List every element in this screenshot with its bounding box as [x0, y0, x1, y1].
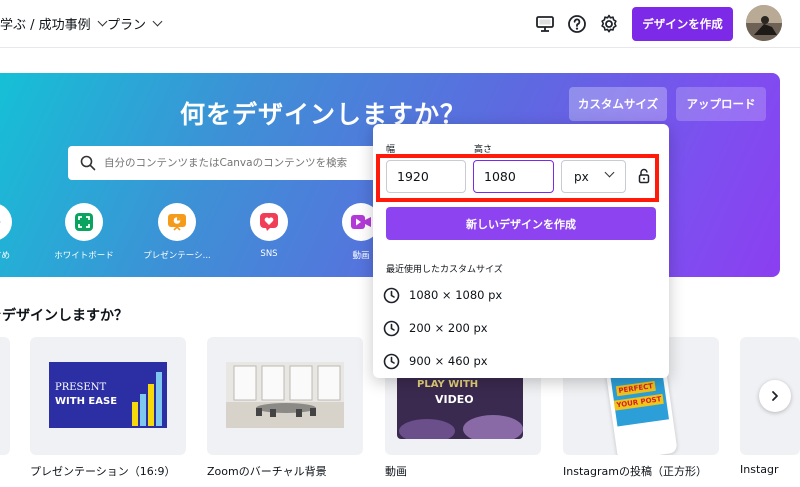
- thumbnail-text: PRESENT: [55, 382, 107, 393]
- nav-learn[interactable]: 学ぶ / 成功事例: [0, 14, 108, 33]
- recent-size-item[interactable]: 900 × 460 px: [383, 349, 653, 373]
- chevron-down-icon: [152, 16, 163, 27]
- sparkle-icon: [0, 203, 12, 241]
- chevron-down-icon: [604, 167, 615, 178]
- card-label: 動画: [385, 465, 407, 478]
- carousel-next-button[interactable]: [759, 380, 791, 412]
- nav-plan[interactable]: プラン: [107, 14, 163, 33]
- recent-size-label: 200 × 200 px: [409, 321, 488, 335]
- thumbnail-text: WITH EASE: [55, 396, 118, 407]
- lock-icon[interactable]: [637, 168, 651, 184]
- category-label: SNS: [260, 249, 278, 259]
- template-card-zoom[interactable]: [207, 337, 363, 455]
- recent-size-label: 1080 × 1080 px: [409, 288, 503, 302]
- section-title: 何をデザインしますか？: [0, 308, 128, 324]
- clock-icon: [383, 353, 400, 369]
- width-input[interactable]: 1920: [386, 160, 466, 193]
- unit-select[interactable]: px: [561, 160, 626, 193]
- category-label: プレゼンテーシ...: [143, 251, 211, 261]
- category-whiteboard[interactable]: ホワイトボード: [44, 203, 124, 261]
- upload-button[interactable]: アップロード: [676, 87, 766, 121]
- thumbnail-text: PLAY WITH: [417, 379, 479, 390]
- chevron-down-icon: [97, 16, 108, 27]
- thumbnail-text: VIDEO: [435, 393, 474, 406]
- recent-size-item[interactable]: 200 × 200 px: [383, 316, 653, 340]
- video-thumbnail: PLAY WITH VIDEO: [397, 369, 523, 439]
- create-design-button[interactable]: デザインを作成: [632, 7, 733, 41]
- category-recommended[interactable]: おすすめ: [0, 203, 33, 261]
- card-label: Instagramの投稿（正方形）: [563, 465, 707, 478]
- new-design-button[interactable]: 新しいデザインを作成: [386, 207, 656, 240]
- chevron-right-icon: [772, 391, 778, 401]
- avatar[interactable]: [746, 5, 782, 41]
- category-sns[interactable]: SNS: [229, 203, 309, 259]
- clock-icon: [383, 287, 400, 303]
- card-label: Zoomのバーチャル背景: [207, 465, 327, 478]
- template-card-partial[interactable]: [0, 337, 10, 455]
- nav-learn-label: 学ぶ / 成功事例: [0, 18, 91, 33]
- card-label: Instagr: [740, 463, 779, 476]
- recent-title: 最近使用したカスタムサイズ: [386, 265, 503, 275]
- height-input[interactable]: 1080: [473, 160, 554, 193]
- help-icon[interactable]: [566, 13, 588, 35]
- clock-icon: [383, 320, 400, 336]
- nav-plan-label: プラン: [107, 18, 147, 33]
- zoom-thumbnail: [226, 362, 344, 428]
- search-box[interactable]: [68, 146, 380, 180]
- search-icon: [80, 155, 96, 171]
- presentation-icon: [158, 203, 196, 241]
- whiteboard-icon: [65, 203, 103, 241]
- presentation-thumbnail: PRESENT WITH EASE: [49, 362, 167, 428]
- category-label: ホワイトボード: [54, 251, 114, 261]
- custom-size-button[interactable]: カスタムサイズ: [569, 87, 667, 121]
- custom-size-panel: 幅 高さ 1920 1080 px 新しいデザインを作成 最近使用したカスタムサ…: [373, 124, 669, 378]
- monitor-icon[interactable]: [534, 13, 556, 35]
- search-input[interactable]: [104, 157, 374, 169]
- unit-value: px: [574, 169, 589, 184]
- category-label: おすすめ: [0, 251, 10, 261]
- recent-size-label: 900 × 460 px: [409, 354, 488, 368]
- recent-size-item[interactable]: 1080 × 1080 px: [383, 283, 653, 307]
- category-presentation[interactable]: プレゼンテーシ...: [137, 203, 217, 261]
- top-bar: 学ぶ / 成功事例 プラン デザインを作成: [0, 0, 800, 48]
- gear-icon[interactable]: [598, 13, 620, 35]
- heart-icon: [250, 203, 288, 241]
- card-label: プレゼンテーション（16:9）: [30, 465, 176, 478]
- template-card-presentation[interactable]: PRESENT WITH EASE: [30, 337, 186, 455]
